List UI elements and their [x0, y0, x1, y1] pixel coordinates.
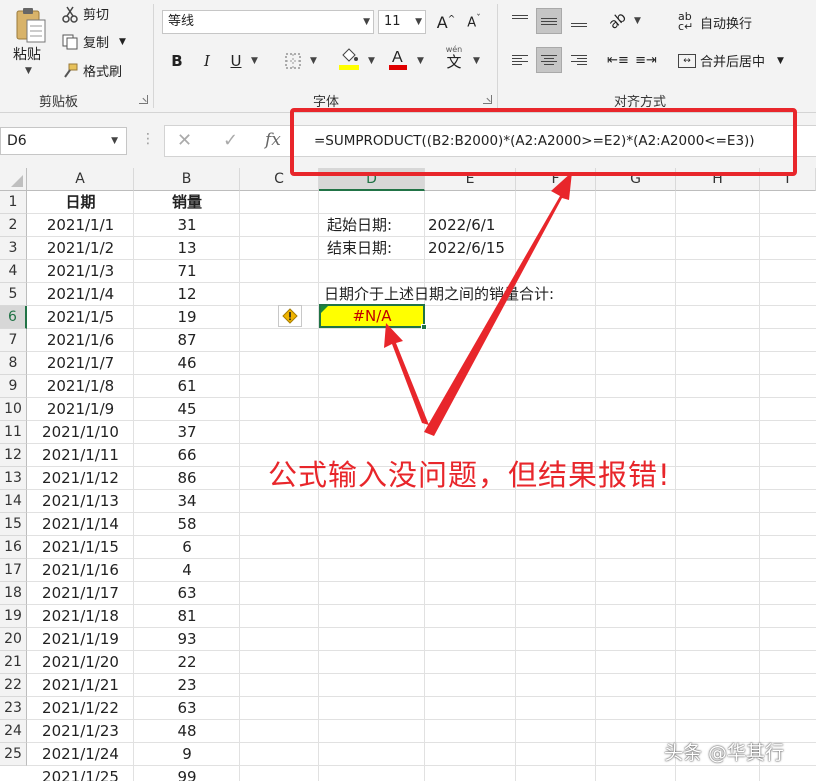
arrow-to-cell: [384, 323, 429, 425]
annotation-text: 公式输入没问题，但结果报错!: [268, 458, 671, 492]
watermark: 头条 @华其行: [664, 742, 785, 764]
arrow-to-formula: [424, 172, 572, 436]
excel-window: 粘贴 ▼ 剪切 复制 ▼ 格式刷 剪贴板 等线 ▼ 11 ▼ A^ Aˇ B I…: [0, 0, 816, 781]
annotation-arrows: [384, 172, 572, 436]
